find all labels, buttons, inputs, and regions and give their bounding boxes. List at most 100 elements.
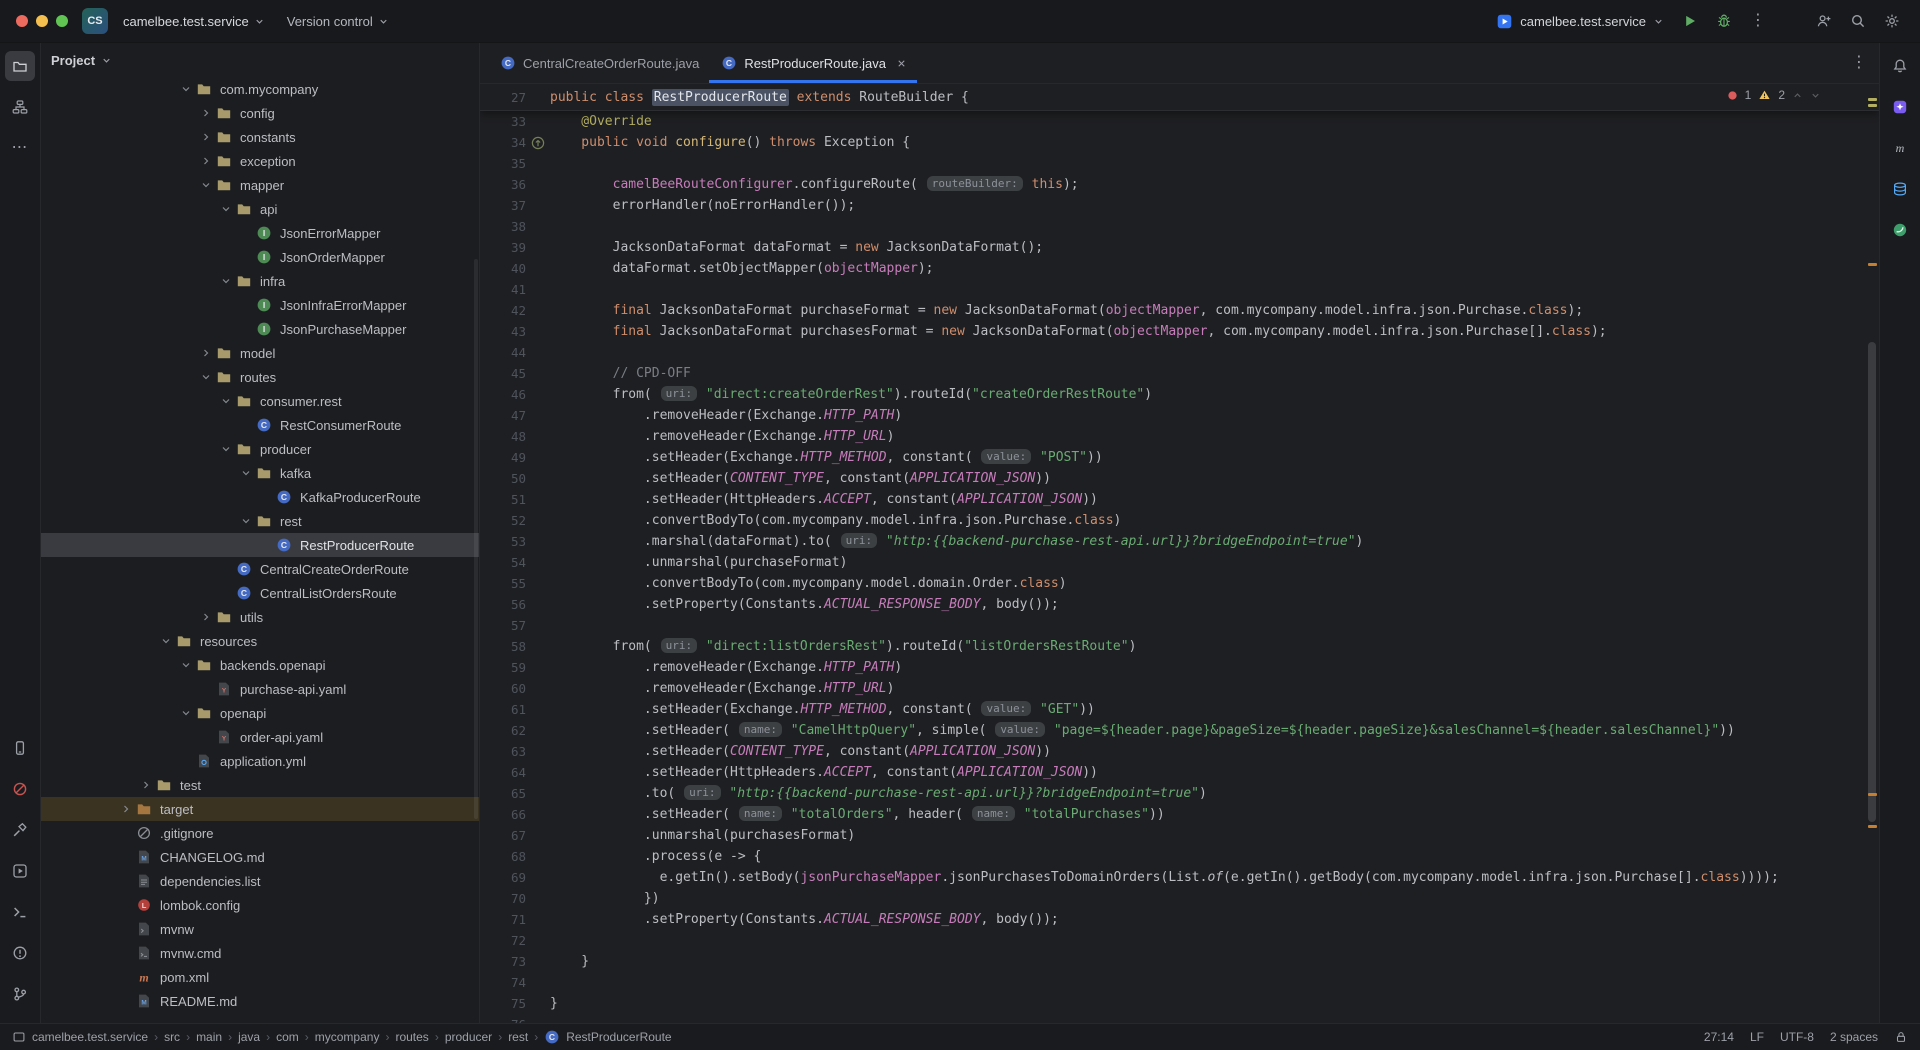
code-line[interactable]: 55 .convertBodyTo(com.mycompany.model.do… bbox=[480, 573, 1879, 594]
sticky-line[interactable]: 27 public class RestProducerRoute extend… bbox=[480, 84, 1879, 111]
more-button[interactable]: ⋯ bbox=[5, 133, 35, 163]
code-line[interactable]: 44 bbox=[480, 342, 1879, 363]
tree-chevron-icon[interactable] bbox=[177, 707, 195, 719]
tree-item-backends-openapi[interactable]: backends.openapi bbox=[41, 653, 479, 677]
tree-chevron-icon[interactable] bbox=[197, 179, 215, 191]
line-number[interactable]: 49 bbox=[480, 450, 526, 465]
line-number[interactable]: 76 bbox=[480, 1017, 526, 1023]
tree-chevron-icon[interactable] bbox=[197, 371, 215, 383]
code-line[interactable]: 64 .setHeader(HttpHeaders.ACCEPT, consta… bbox=[480, 762, 1879, 783]
tree-item--gitignore[interactable]: .gitignore bbox=[41, 821, 479, 845]
line-number[interactable]: 57 bbox=[480, 618, 526, 633]
project-button[interactable] bbox=[5, 51, 35, 81]
tree-item-api[interactable]: api bbox=[41, 197, 479, 221]
line-number[interactable]: 27 bbox=[480, 90, 526, 105]
project-tree-scrollbar[interactable] bbox=[474, 259, 478, 819]
code-line[interactable]: 61 .setHeader(Exchange.HTTP_METHOD, cons… bbox=[480, 699, 1879, 720]
tree-chevron-icon[interactable] bbox=[197, 347, 215, 359]
tree-chevron-icon[interactable] bbox=[197, 131, 215, 143]
zoom-window-button[interactable] bbox=[56, 15, 68, 27]
tree-chevron-icon[interactable] bbox=[217, 395, 235, 407]
tree-item-restconsumerroute[interactable]: CRestConsumerRoute bbox=[41, 413, 479, 437]
line-number[interactable]: 60 bbox=[480, 681, 526, 696]
tree-item-producer[interactable]: producer bbox=[41, 437, 479, 461]
line-number[interactable]: 64 bbox=[480, 765, 526, 780]
code-line[interactable]: 71 .setProperty(Constants.ACTUAL_RESPONS… bbox=[480, 909, 1879, 930]
tree-item-rest[interactable]: rest bbox=[41, 509, 479, 533]
line-number[interactable]: 38 bbox=[480, 219, 526, 234]
tree-item-openapi[interactable]: openapi bbox=[41, 701, 479, 725]
line-number[interactable]: 41 bbox=[480, 282, 526, 297]
line-number[interactable]: 71 bbox=[480, 912, 526, 927]
tree-item-resources[interactable]: resources bbox=[41, 629, 479, 653]
tree-item-changelog-md[interactable]: MCHANGELOG.md bbox=[41, 845, 479, 869]
line-number[interactable]: 61 bbox=[480, 702, 526, 717]
database-button[interactable] bbox=[1885, 174, 1915, 204]
line-number[interactable]: 39 bbox=[480, 240, 526, 255]
line-number[interactable]: 58 bbox=[480, 639, 526, 654]
code-line[interactable]: 46 from( uri: "direct:createOrderRest").… bbox=[480, 384, 1879, 405]
warning-stripe-mark[interactable] bbox=[1868, 98, 1877, 101]
tree-item-order-api-yaml[interactable]: Yorder-api.yaml bbox=[41, 725, 479, 749]
close-tab-icon[interactable] bbox=[896, 58, 907, 69]
editor-tab[interactable]: CRestProducerRoute.java bbox=[709, 43, 917, 83]
code-line[interactable]: 76 bbox=[480, 1014, 1879, 1023]
code-line[interactable]: 75} bbox=[480, 993, 1879, 1014]
code-line[interactable]: 69 e.getIn().setBody(jsonPurchaseMapper.… bbox=[480, 867, 1879, 888]
run-configuration-selector[interactable]: camelbee.test.service bbox=[1490, 9, 1670, 34]
code-line[interactable]: 74 bbox=[480, 972, 1879, 993]
editor-scrollbar[interactable] bbox=[1868, 342, 1876, 822]
tree-item-target[interactable]: target bbox=[41, 797, 479, 821]
line-number[interactable]: 37 bbox=[480, 198, 526, 213]
code-line[interactable]: 62 .setHeader( name: "CamelHttpQuery", s… bbox=[480, 720, 1879, 741]
line-number[interactable]: 36 bbox=[480, 177, 526, 192]
line-number[interactable]: 43 bbox=[480, 324, 526, 339]
tree-item-infra[interactable]: infra bbox=[41, 269, 479, 293]
tree-item-readme-md[interactable]: MREADME.md bbox=[41, 989, 479, 1013]
tree-chevron-icon[interactable] bbox=[237, 515, 255, 527]
code-line[interactable]: 65 .to( uri: "http:{{backend-purchase-re… bbox=[480, 783, 1879, 804]
search-everywhere-button[interactable] bbox=[1844, 7, 1872, 35]
problems-button[interactable] bbox=[5, 938, 35, 968]
line-number[interactable]: 59 bbox=[480, 660, 526, 675]
tree-item-application-yml[interactable]: application.yml bbox=[41, 749, 479, 773]
line-number[interactable]: 67 bbox=[480, 828, 526, 843]
spring-button[interactable] bbox=[1885, 215, 1915, 245]
code-line[interactable]: 47 .removeHeader(Exchange.HTTP_PATH) bbox=[480, 405, 1879, 426]
code-line[interactable]: 43 final JacksonDataFormat purchasesForm… bbox=[480, 321, 1879, 342]
line-number[interactable]: 72 bbox=[480, 933, 526, 948]
previous-problem-icon[interactable] bbox=[1792, 90, 1803, 101]
notifications-button[interactable] bbox=[1885, 51, 1915, 81]
code-line[interactable]: 68 .process(e -> { bbox=[480, 846, 1879, 867]
tab-options-button[interactable]: ⋮ bbox=[1851, 54, 1867, 72]
tree-item-utils[interactable]: utils bbox=[41, 605, 479, 629]
code-line[interactable]: 72 bbox=[480, 930, 1879, 951]
tree-item-jsonpurchasemapper[interactable]: IJsonPurchaseMapper bbox=[41, 317, 479, 341]
breadcrumb-item[interactable]: rest bbox=[508, 1030, 528, 1044]
debug-button[interactable] bbox=[1710, 7, 1738, 35]
file-encoding[interactable]: UTF-8 bbox=[1780, 1030, 1814, 1044]
tree-item-mvnw-cmd[interactable]: mvnw.cmd bbox=[41, 941, 479, 965]
line-number[interactable]: 44 bbox=[480, 345, 526, 360]
stripe-mark[interactable] bbox=[1868, 263, 1877, 266]
line-number[interactable]: 35 bbox=[480, 156, 526, 171]
tree-item-consumer-rest[interactable]: consumer.rest bbox=[41, 389, 479, 413]
tree-item-mvnw[interactable]: mvnw bbox=[41, 917, 479, 941]
ai-assistant-button[interactable] bbox=[1885, 92, 1915, 122]
run-button[interactable] bbox=[1676, 7, 1704, 35]
tree-item-model[interactable]: model bbox=[41, 341, 479, 365]
line-number[interactable]: 47 bbox=[480, 408, 526, 423]
code-line[interactable]: 58 from( uri: "direct:listOrdersRest").r… bbox=[480, 636, 1879, 657]
code-line[interactable]: 54 .unmarshal(purchaseFormat) bbox=[480, 552, 1879, 573]
version-control-button[interactable] bbox=[5, 979, 35, 1009]
code-line[interactable]: 53 .marshal(dataFormat).to( uri: "http:{… bbox=[480, 531, 1879, 552]
device-button[interactable] bbox=[5, 733, 35, 763]
tree-item-com-mycompany[interactable]: com.mycompany bbox=[41, 77, 479, 101]
stripe-mark[interactable] bbox=[1868, 825, 1877, 828]
code-line[interactable]: 70 }) bbox=[480, 888, 1879, 909]
line-number[interactable]: 69 bbox=[480, 870, 526, 885]
tree-chevron-icon[interactable] bbox=[197, 611, 215, 623]
code-viewport[interactable]: 27 public class RestProducerRoute extend… bbox=[480, 84, 1879, 1023]
maven-button[interactable]: m bbox=[1885, 133, 1915, 163]
editor-tab[interactable]: CCentralCreateOrderRoute.java bbox=[488, 43, 709, 83]
